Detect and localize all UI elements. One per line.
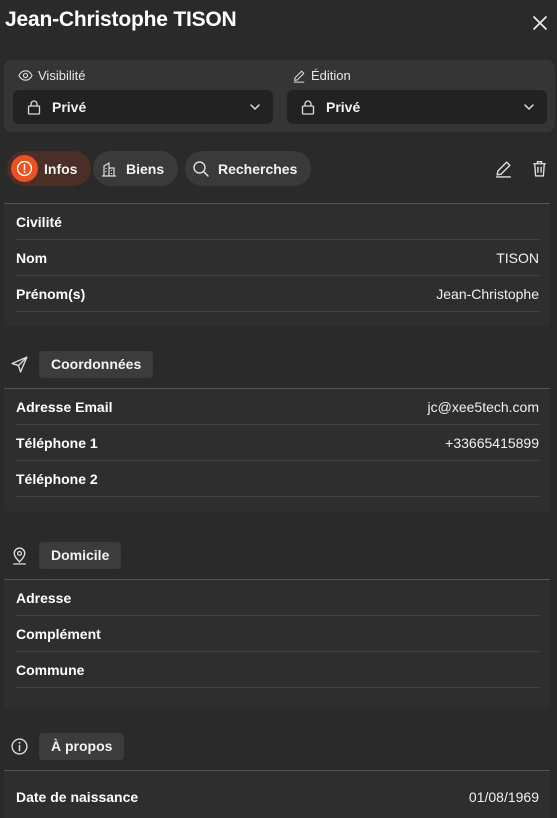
edition-value: Privé [326, 99, 361, 115]
send-icon [11, 355, 28, 373]
close-icon[interactable] [529, 12, 551, 34]
row-commune: Commune [16, 652, 539, 688]
row-value: TISON [496, 250, 539, 266]
tab-label: Recherches [218, 160, 298, 177]
pencil-icon [293, 70, 305, 83]
identity-section: Civilité Nom TISON Prénom(s) Jean-Christ… [4, 203, 550, 326]
visibilite-select[interactable]: Privé [13, 90, 273, 124]
eye-icon [18, 70, 33, 81]
row-adresse: Adresse [16, 580, 539, 616]
row-telephone-1: Téléphone 1 +33665415899 [16, 425, 539, 461]
row-label: Prénom(s) [16, 286, 86, 302]
info-icon [11, 737, 28, 755]
row-value: +33665415899 [445, 435, 539, 451]
row-email: Adresse Email jc@xee5tech.com [16, 389, 539, 425]
lock-icon [301, 100, 315, 115]
row-label: Commune [16, 662, 85, 678]
edition-select[interactable]: Privé [287, 90, 547, 124]
search-icon [190, 158, 212, 180]
tab-infos[interactable]: Infos [7, 151, 92, 186]
row-complement: Complément [16, 616, 539, 652]
trash-icon[interactable] [530, 159, 549, 178]
tab-recherches[interactable]: Recherches [185, 151, 312, 186]
section-title: Coordonnées [39, 350, 154, 378]
page-title: Jean-Christophe TISON [5, 8, 237, 31]
apropos-section: Date de naissance 01/08/1969 [4, 770, 550, 818]
row-civilite: Civilité [16, 204, 539, 240]
row-label: Téléphone 2 [16, 471, 98, 487]
info-icon [11, 155, 38, 182]
section-title: À propos [39, 732, 125, 760]
visibilite-label: Visibilité [38, 68, 86, 83]
tab-label: Infos [44, 160, 78, 177]
row-nom: Nom TISON [16, 240, 539, 276]
row-prenom: Prénom(s) Jean-Christophe [16, 276, 539, 312]
location-pin-icon [13, 547, 26, 565]
edit-icon[interactable] [494, 159, 513, 178]
chevron-down-icon [524, 104, 534, 111]
row-label: Civilité [16, 214, 62, 230]
row-label: Adresse Email [16, 399, 113, 415]
row-label: Complément [16, 626, 101, 642]
section-title: Domicile [39, 541, 122, 569]
building-icon [98, 158, 120, 180]
coordonnees-header: Coordonnées [10, 350, 154, 378]
lock-icon [27, 100, 41, 115]
apropos-header: À propos [10, 732, 125, 760]
visibility-card: Visibilité Privé Édition Privé [4, 60, 555, 132]
row-value: Jean-Christophe [436, 286, 539, 302]
tab-biens[interactable]: Biens [93, 151, 179, 186]
row-value: jc@xee5tech.com [427, 399, 539, 415]
domicile-section: Adresse Complément Commune [4, 579, 550, 708]
edition-label: Édition [311, 68, 351, 83]
tab-label: Biens [126, 160, 165, 177]
row-label: Nom [16, 250, 48, 266]
row-label: Adresse [16, 590, 72, 606]
visibilite-value: Privé [52, 99, 87, 115]
coordonnees-section: Adresse Email jc@xee5tech.com Téléphone … [4, 388, 550, 511]
row-value: 01/08/1969 [468, 789, 539, 805]
chevron-down-icon [250, 104, 260, 111]
row-date-naissance: Date de naissance 01/08/1969 [16, 779, 539, 814]
domicile-header: Domicile [10, 541, 122, 569]
row-telephone-2: Téléphone 2 [16, 461, 539, 497]
row-label: Téléphone 1 [16, 435, 98, 451]
row-label: Date de naissance [16, 789, 139, 805]
